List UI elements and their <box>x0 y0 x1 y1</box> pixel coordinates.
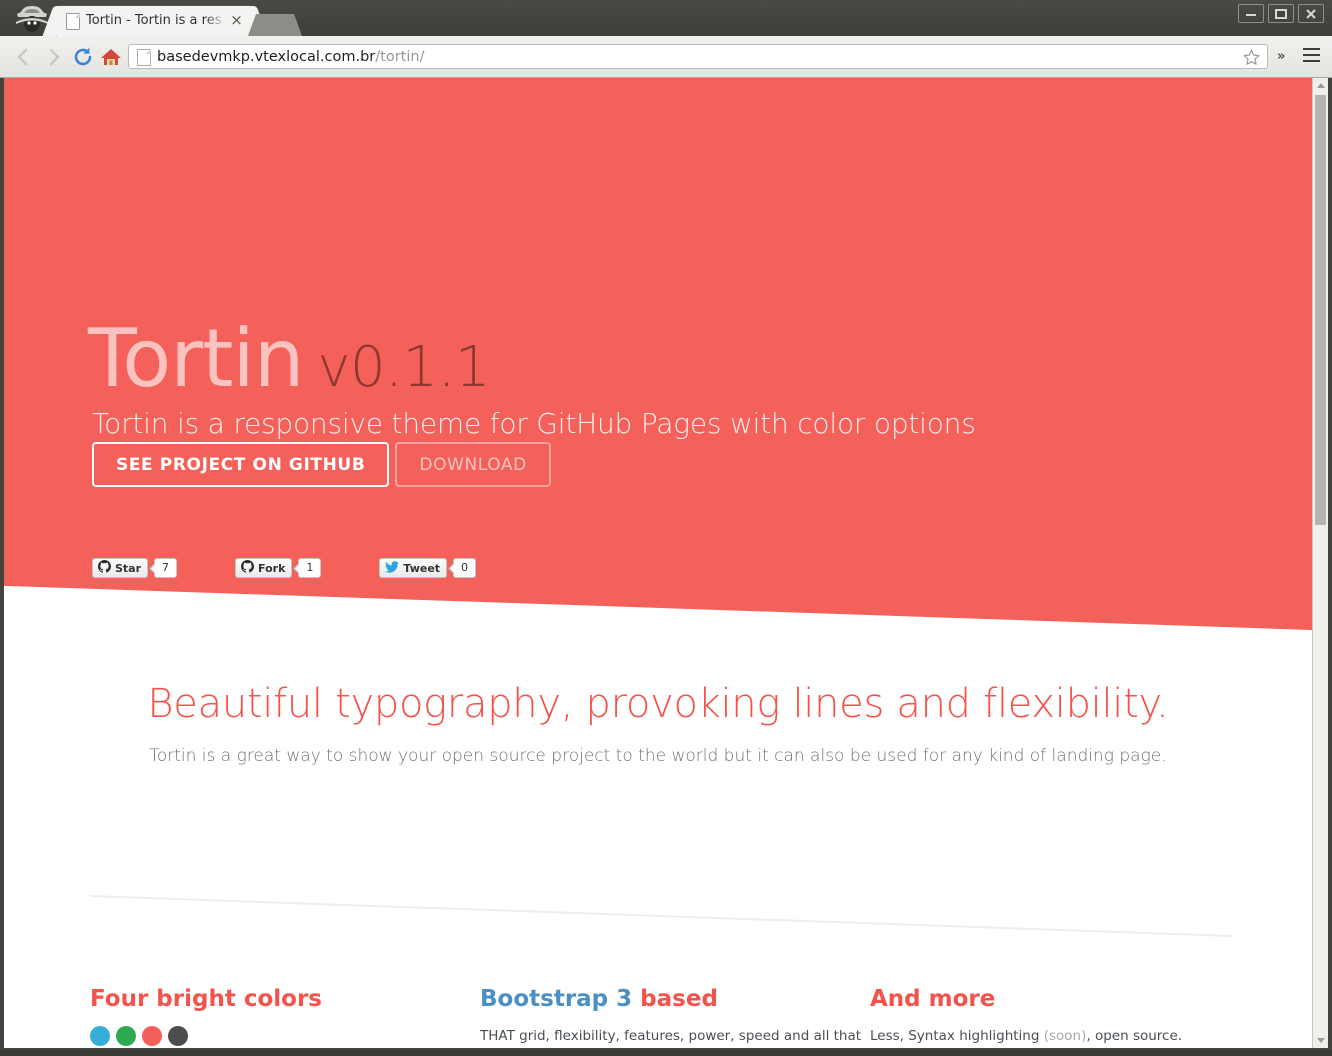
page-scrollbar[interactable] <box>1312 78 1328 1048</box>
twitter-tweet-count[interactable]: 0 <box>453 558 477 578</box>
github-fork-widget: Fork 1 <box>235 558 322 578</box>
scrollbar-thumb[interactable] <box>1315 95 1326 525</box>
feature-heading-bootstrap-part2: based <box>640 986 718 1012</box>
web-page: Tortin v0.1.1 Tortin is a responsive them… <box>4 78 1312 1048</box>
window-controls <box>1238 4 1324 23</box>
color-swatch-dark <box>168 1026 188 1046</box>
feature-column-bootstrap: Bootstrap 3 based THAT grid, flexibility… <box>480 984 870 1048</box>
back-arrow-icon[interactable] <box>10 44 36 70</box>
feature-body-bootstrap: THAT grid, flexibility, features, power,… <box>480 1028 862 1044</box>
github-star-widget: Star 7 <box>92 558 178 578</box>
feature-heading-more: And more <box>870 986 996 1012</box>
reload-icon[interactable] <box>70 44 96 70</box>
browser-titlebar: Tortin - Tortin is a res × <box>0 0 1332 36</box>
color-swatch-cyan <box>90 1026 110 1046</box>
github-fork-label: Fork <box>258 561 286 575</box>
github-fork-count[interactable]: 1 <box>298 558 322 578</box>
bookmark-star-icon[interactable] <box>1242 48 1261 67</box>
scroll-down-arrow-icon[interactable] <box>1313 1033 1328 1048</box>
color-swatch-red <box>142 1026 162 1046</box>
github-star-label: Star <box>115 561 142 575</box>
maximize-button[interactable] <box>1268 4 1294 23</box>
feature-body-more-part1: Less, Syntax highlighting <box>870 1028 1044 1044</box>
hero-tagline: Tortin is a responsive theme for GitHub … <box>92 407 976 440</box>
close-button[interactable] <box>1298 4 1324 23</box>
github-star-count[interactable]: 7 <box>154 558 178 578</box>
toolbar-overflow-button[interactable]: » <box>1277 49 1285 64</box>
browser-tab[interactable]: Tortin - Tortin is a res × <box>57 6 253 36</box>
github-star-button[interactable]: Star <box>92 558 149 578</box>
scroll-up-arrow-icon[interactable] <box>1313 78 1328 93</box>
lead-paragraph: Tortin is a great way to show your open … <box>149 746 1167 766</box>
version-label: v0.1.1 <box>317 334 491 400</box>
feature-heading-colors: Four bright colors <box>90 986 322 1012</box>
address-bar[interactable]: basedevmkp.vtexlocal.com.br/tortin/ <box>128 44 1268 69</box>
hero-button-group: SEE PROJECT ON GITHUB DOWNLOAD <box>92 442 551 487</box>
feature-heading-bootstrap-part1: Bootstrap 3 <box>480 986 633 1012</box>
page-info-icon <box>137 49 151 66</box>
tab-close-icon[interactable]: × <box>229 13 244 28</box>
new-tab-button[interactable] <box>258 14 292 36</box>
url-text: basedevmkp.vtexlocal.com.br/tortin/ <box>157 48 424 67</box>
social-button-group: Star 7 Fork 1 Tweet 0 <box>92 558 534 578</box>
github-icon <box>241 560 258 576</box>
page-viewport: Tortin v0.1.1 Tortin is a responsive them… <box>4 78 1328 1048</box>
hamburger-menu-icon[interactable] <box>1303 48 1320 62</box>
lead-section: Beautiful typography, provoking lines an… <box>4 679 1312 769</box>
home-icon[interactable] <box>98 44 124 70</box>
page-title: Tortin v0.1.1 <box>88 316 491 410</box>
color-swatch-green <box>116 1026 136 1046</box>
github-fork-button[interactable]: Fork <box>235 558 293 578</box>
twitter-tweet-label: Tweet <box>403 561 441 575</box>
feature-column-more: And more Less, Syntax highlighting (soon… <box>870 984 1260 1048</box>
tab-favicon-icon <box>66 13 80 30</box>
url-host: basedevmkp.vtexlocal.com.br <box>157 49 376 65</box>
browser-toolbar: basedevmkp.vtexlocal.com.br/tortin/ » <box>0 36 1332 78</box>
feature-body-more-soon: (soon) <box>1043 1028 1087 1044</box>
browser-window: Tortin - Tortin is a res × basedevmkp.vt… <box>0 0 1332 1056</box>
forward-arrow-icon[interactable] <box>41 44 67 70</box>
brand-name: Tortin <box>88 311 304 405</box>
download-button[interactable]: DOWNLOAD <box>395 442 551 487</box>
url-path: /tortin/ <box>375 49 425 65</box>
feature-column-colors: Four bright colors For the hip, the fres… <box>90 984 480 1048</box>
color-swatch-group <box>90 1026 480 1046</box>
twitter-tweet-button[interactable]: Tweet <box>379 558 448 578</box>
github-icon <box>98 560 115 576</box>
see-project-on-github-button[interactable]: SEE PROJECT ON GITHUB <box>92 442 390 487</box>
twitter-tweet-widget: Tweet 0 <box>379 558 477 578</box>
section-divider <box>88 890 1234 938</box>
feature-heading-bootstrap: Bootstrap 3 based <box>480 984 870 1014</box>
minimize-button[interactable] <box>1238 4 1264 23</box>
feature-body-more: Less, Syntax highlighting (soon), open s… <box>870 1026 1260 1047</box>
feature-body-more-part2: , open source. <box>1086 1028 1183 1044</box>
lead-heading: Beautiful typography, provoking lines an… <box>147 681 1169 727</box>
feature-columns: Four bright colors For the hip, the fres… <box>4 984 1312 1048</box>
twitter-icon <box>385 560 403 576</box>
window-bottom-edge <box>0 1050 1332 1056</box>
tab-title: Tortin - Tortin is a res <box>86 13 222 28</box>
